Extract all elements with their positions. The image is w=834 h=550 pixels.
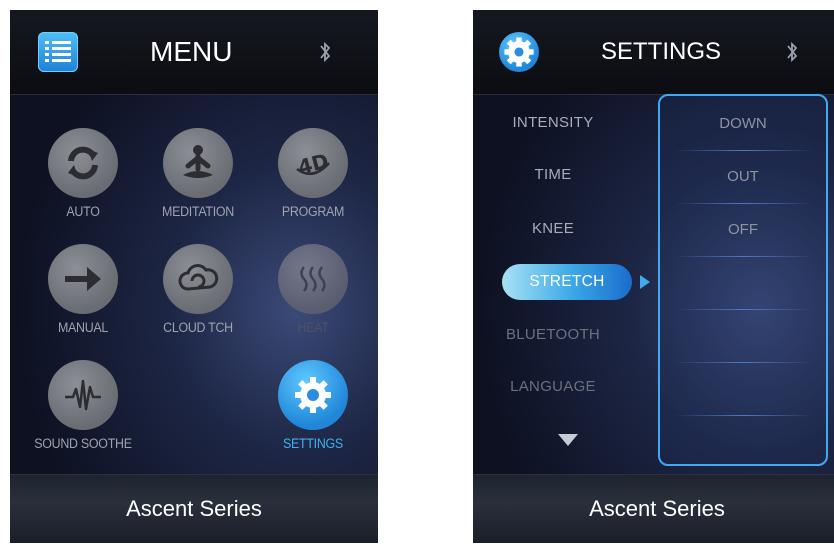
svg-text:4D: 4D <box>295 148 331 179</box>
tile-label: PROGRAM <box>281 204 345 219</box>
tile-label: AUTO <box>66 204 100 219</box>
tile-label: MEDITATION <box>162 204 234 219</box>
tile-label: CLOUD TCH <box>163 320 233 335</box>
tile-meditation[interactable]: MEDITATION <box>143 128 253 219</box>
4d-icon: 4D <box>278 128 348 198</box>
tile-label: SOUND SOOTHE <box>34 436 132 451</box>
value-time[interactable]: OUT <box>668 151 818 203</box>
tile-label: SETTINGS <box>283 436 343 451</box>
settings-screen: SETTINGS INTENSITY TIME KNEE STRETCH BLU… <box>473 10 834 543</box>
value-knee[interactable]: OFF <box>668 204 818 256</box>
divider <box>674 415 814 416</box>
tile-heat[interactable]: HEAT <box>258 244 368 335</box>
option-stretch[interactable]: STRETCH <box>502 264 632 300</box>
footer-brand: Ascent Series <box>10 474 378 543</box>
refresh-icon <box>48 128 118 198</box>
chevron-down-icon[interactable] <box>558 434 578 446</box>
tile-sound-soothe[interactable]: SOUND SOOTHE <box>28 360 138 451</box>
heat-icon <box>278 244 348 314</box>
tile-label: HEAT <box>297 320 329 335</box>
option-time[interactable]: TIME <box>473 166 633 183</box>
gear-icon[interactable] <box>499 32 539 72</box>
menu-top-bar: MENU <box>10 10 378 95</box>
cloud-touch-icon <box>163 244 233 314</box>
divider <box>674 256 814 257</box>
bluetooth-icon <box>787 41 798 63</box>
divider <box>674 362 814 363</box>
option-bluetooth[interactable]: BLUETOOTH <box>473 326 633 343</box>
tile-manual[interactable]: MANUAL <box>28 244 138 335</box>
divider <box>674 309 814 310</box>
value-intensity[interactable]: DOWN <box>668 98 818 150</box>
bluetooth-icon <box>320 41 331 63</box>
arrow-right-icon <box>48 244 118 314</box>
tile-auto[interactable]: AUTO <box>28 128 138 219</box>
option-knee[interactable]: KNEE <box>473 220 633 237</box>
list-menu-icon[interactable] <box>38 32 78 72</box>
page-title: SETTINGS <box>601 38 722 65</box>
footer-brand: Ascent Series <box>473 474 834 543</box>
tile-label: MANUAL <box>57 320 109 335</box>
tile-settings[interactable]: SETTINGS <box>258 360 368 451</box>
settings-top-bar: SETTINGS <box>473 10 834 95</box>
gear-icon <box>278 360 348 430</box>
page-title: MENU <box>150 36 233 67</box>
value-panel: DOWN OUT OFF <box>658 94 828 466</box>
sound-wave-icon <box>48 360 118 430</box>
tile-program[interactable]: 4D PROGRAM <box>258 128 368 219</box>
caret-right-icon <box>640 275 650 289</box>
meditation-icon <box>163 128 233 198</box>
tile-cloud-tch[interactable]: CLOUD TCH <box>143 244 253 335</box>
option-intensity[interactable]: INTENSITY <box>473 114 633 131</box>
option-language[interactable]: LANGUAGE <box>473 378 633 395</box>
menu-screen: MENU AUTO MEDITATION 4D PROGRAM MANUAL C… <box>10 10 378 543</box>
